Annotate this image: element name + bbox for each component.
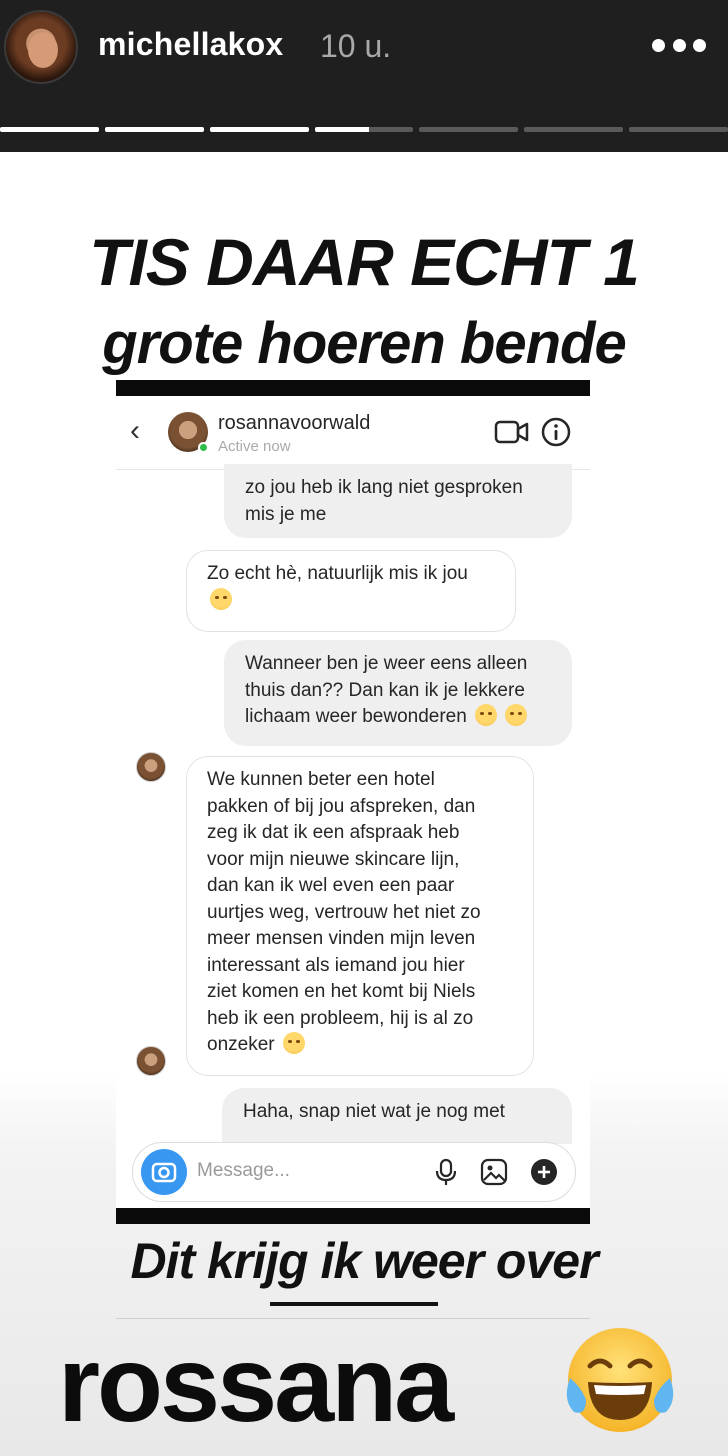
story-progress-segment (209, 127, 309, 132)
caption-underline (270, 1302, 438, 1306)
contact-status: Active now (218, 438, 291, 455)
sender-avatar (136, 1046, 166, 1076)
more-options-icon[interactable] (652, 30, 706, 60)
contact-name: rosannavoorwald (218, 412, 371, 434)
back-arrow-icon: ‹ (130, 414, 140, 447)
story-username[interactable]: michellakox (98, 26, 283, 63)
story-progress-segment (629, 127, 728, 132)
message-bubble-outgoing: zo jou heb ik lang niet gesproken mis je… (224, 464, 572, 538)
info-icon (541, 417, 571, 447)
story-progress-segment (314, 127, 414, 132)
story-content[interactable]: TIS DAAR ECHT 1 grote hoeren bende ‹ ros… (0, 152, 728, 1456)
microphone-icon (435, 1158, 457, 1185)
story-progress-segment (104, 127, 204, 132)
message-text: We kunnen beter een hotel pakken of bij … (207, 769, 481, 1055)
sender-avatar (136, 752, 166, 782)
dm-screenshot: ‹ rosannavoorwald Active now zo jou heb … (116, 400, 590, 1214)
message-bubble-incoming: We kunnen beter een hotel pakken of bij … (186, 756, 534, 1076)
tears-of-joy-emoji-icon (282, 1032, 305, 1054)
black-bar-top (116, 380, 590, 396)
video-call-icon (494, 420, 529, 444)
dm-header: ‹ rosannavoorwald Active now (116, 400, 590, 470)
headline-line-2: grote hoeren bende (102, 311, 626, 376)
camera-icon (141, 1149, 187, 1195)
message-text: Haha, snap niet wat je nog met (243, 1101, 505, 1122)
message-input-placeholder: Message... (197, 1160, 290, 1181)
caption-line-2: rossana (58, 1323, 454, 1444)
message-bubble-outgoing: Wanneer ben je weer eens alleen thuis da… (224, 640, 572, 746)
add-icon (531, 1159, 557, 1185)
story-time-ago: 10 u. (320, 28, 392, 64)
smirk-emoji-icon (475, 704, 498, 726)
gallery-icon (480, 1158, 508, 1186)
story-progress-bar (0, 127, 728, 132)
message-composer: Message... (132, 1142, 576, 1202)
story-progress-segment (524, 127, 624, 132)
message-bubble-incoming: Zo echt hè, natuurlijk mis ik jou (186, 550, 516, 632)
message-bubble-outgoing: Haha, snap niet wat je nog met (222, 1088, 572, 1144)
relieved-emoji-icon (505, 704, 528, 726)
message-text: Zo echt hè, natuurlijk mis ik jou (207, 563, 468, 584)
message-text: zo jou heb ik lang niet gesproken mis je… (245, 477, 523, 525)
black-bar-bottom (116, 1208, 590, 1224)
tears-of-joy-emoji-icon (566, 1328, 674, 1432)
hugging-face-emoji-icon (210, 587, 232, 610)
story-progress-segment (419, 127, 519, 132)
story-avatar[interactable] (4, 10, 78, 84)
story-progress-segment (0, 127, 99, 132)
caption-line-1: Dit krijg ik weer over (130, 1233, 598, 1289)
headline-line-1: TIS DAAR ECHT 1 (89, 225, 640, 299)
story-header: michellakox 10 u. (0, 0, 728, 152)
online-indicator (198, 442, 209, 453)
caption-divider (116, 1318, 590, 1319)
